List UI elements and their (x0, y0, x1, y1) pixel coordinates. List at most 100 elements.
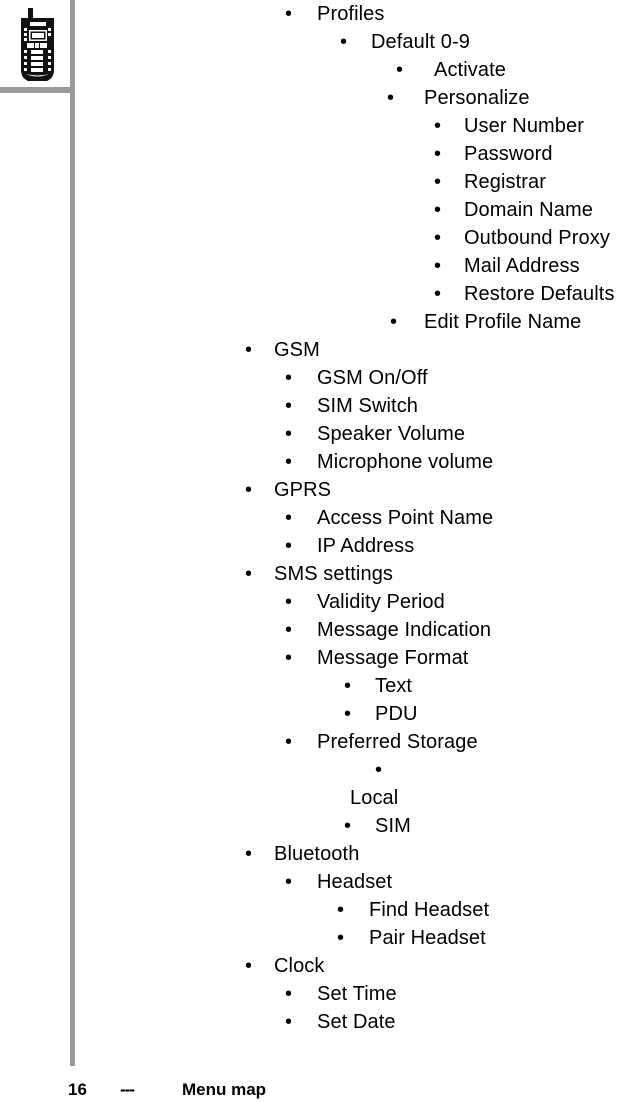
menu-item-label: Default 0-9 (371, 31, 470, 53)
menu-item-label: GPRS (274, 479, 332, 501)
bullet-icon: • (285, 983, 293, 1005)
menu-item-row: • Personalize (0, 84, 627, 112)
menu-item-row: • Password (0, 140, 627, 168)
menu-item-label: Text (375, 675, 413, 697)
bullet-icon: • (375, 759, 383, 781)
bullet-icon: • (285, 871, 293, 893)
bullet-icon: • (285, 535, 293, 557)
menu-item-row: • PDU (0, 700, 627, 728)
menu-item-row: • Headset (0, 868, 627, 896)
bullet-icon: • (245, 843, 253, 865)
menu-item-row: • Mail Address (0, 252, 627, 280)
menu-item-row: • IP Address (0, 532, 627, 560)
bullet-icon: • (344, 675, 352, 697)
bullet-icon: • (434, 255, 442, 277)
menu-item-label: PDU (375, 703, 418, 725)
menu-item-label: Pair Headset (369, 927, 486, 949)
bullet-icon: • (285, 591, 293, 613)
menu-item-label: Personalize (424, 87, 530, 109)
bullet-icon: • (340, 31, 348, 53)
menu-item-row: • Set Time (0, 980, 627, 1008)
menu-item-row: • GPRS (0, 476, 627, 504)
menu-item-label: Microphone volume (317, 451, 494, 473)
menu-item-label: GSM (274, 339, 320, 361)
bullet-icon: • (390, 311, 398, 333)
menu-item-label: SIM (375, 815, 411, 837)
menu-item-row: • Text (0, 672, 627, 700)
bullet-icon: • (434, 283, 442, 305)
menu-item-row: • Default 0-9 (0, 28, 627, 56)
menu-item-label: Message Indication (317, 619, 492, 641)
menu-item-row: • SIM (0, 812, 627, 840)
footer-section-title: Menu map (182, 1080, 267, 1099)
bullet-icon: • (285, 1011, 293, 1033)
menu-item-label: Edit Profile Name (424, 311, 582, 333)
menu-item-row: • Pair Headset (0, 924, 627, 952)
bullet-icon: • (245, 339, 253, 361)
bullet-icon: • (285, 3, 293, 25)
bullet-icon: • (387, 87, 395, 109)
menu-item-row: • User Number (0, 112, 627, 140)
menu-item-row: Local (0, 784, 627, 812)
menu-item-label: Preferred Storage (317, 731, 478, 753)
menu-item-row: • SIM Switch (0, 392, 627, 420)
menu-item-label: Access Point Name (317, 507, 494, 529)
menu-item-row: • GSM (0, 336, 627, 364)
menu-item-row: • GSM On/Off (0, 364, 627, 392)
bullet-icon: • (337, 927, 345, 949)
menu-item-row: • Access Point Name (0, 504, 627, 532)
bullet-icon: • (285, 619, 293, 641)
bullet-icon: • (344, 815, 352, 837)
bullet-icon: • (285, 507, 293, 529)
menu-item-row: • (0, 756, 627, 784)
menu-item-row: • Activate (0, 56, 627, 84)
menu-item-label: GSM On/Off (317, 367, 428, 389)
bullet-icon: • (434, 143, 442, 165)
menu-item-label: Headset (317, 871, 393, 893)
bullet-icon: • (396, 59, 404, 81)
menu-item-row: • Find Headset (0, 896, 627, 924)
menu-item-row: • Preferred Storage (0, 728, 627, 756)
menu-item-label: Outbound Proxy (464, 227, 610, 249)
bullet-icon: • (434, 199, 442, 221)
menu-item-label: Profiles (317, 3, 385, 25)
bullet-icon: • (245, 479, 253, 501)
menu-item-label: SMS settings (274, 563, 394, 585)
menu-item-row: • Set Date (0, 1008, 627, 1036)
footer-separator: --- (120, 1080, 135, 1099)
menu-item-label: Set Time (317, 983, 397, 1005)
bullet-icon: • (285, 731, 293, 753)
bullet-icon: • (434, 115, 442, 137)
menu-item-row: • Outbound Proxy (0, 224, 627, 252)
menu-item-label: Bluetooth (274, 843, 360, 865)
menu-item-label: Clock (274, 955, 325, 977)
bullet-icon: • (434, 171, 442, 193)
menu-item-label: Restore Defaults (464, 283, 615, 305)
footer-page-number: 16 (68, 1080, 87, 1099)
bullet-icon: • (285, 423, 293, 445)
menu-item-row: • Profiles (0, 0, 627, 28)
menu-item-label: SIM Switch (317, 395, 419, 417)
menu-item-label: Mail Address (464, 255, 580, 277)
bullet-icon: • (285, 367, 293, 389)
menu-item-row: • Edit Profile Name (0, 308, 627, 336)
menu-item-row: • Validity Period (0, 588, 627, 616)
menu-item-row: • Message Format (0, 644, 627, 672)
bullet-icon: • (245, 563, 253, 585)
menu-item-label: Validity Period (317, 591, 445, 613)
menu-item-row: • SMS settings (0, 560, 627, 588)
menu-item-row: • Message Indication (0, 616, 627, 644)
bullet-icon: • (285, 451, 293, 473)
bullet-icon: • (285, 647, 293, 669)
menu-item-row: • Domain Name (0, 196, 627, 224)
menu-item-label: Password (464, 143, 553, 165)
menu-item-label: Activate (434, 59, 506, 81)
menu-item-row: • Microphone volume (0, 448, 627, 476)
bullet-icon: • (245, 955, 253, 977)
menu-item-label: Local (350, 787, 399, 809)
bullet-icon: • (434, 227, 442, 249)
menu-item-label: Set Date (317, 1011, 396, 1033)
menu-item-label: Registrar (464, 171, 547, 193)
menu-item-row: • Clock (0, 952, 627, 980)
bullet-icon: • (337, 899, 345, 921)
